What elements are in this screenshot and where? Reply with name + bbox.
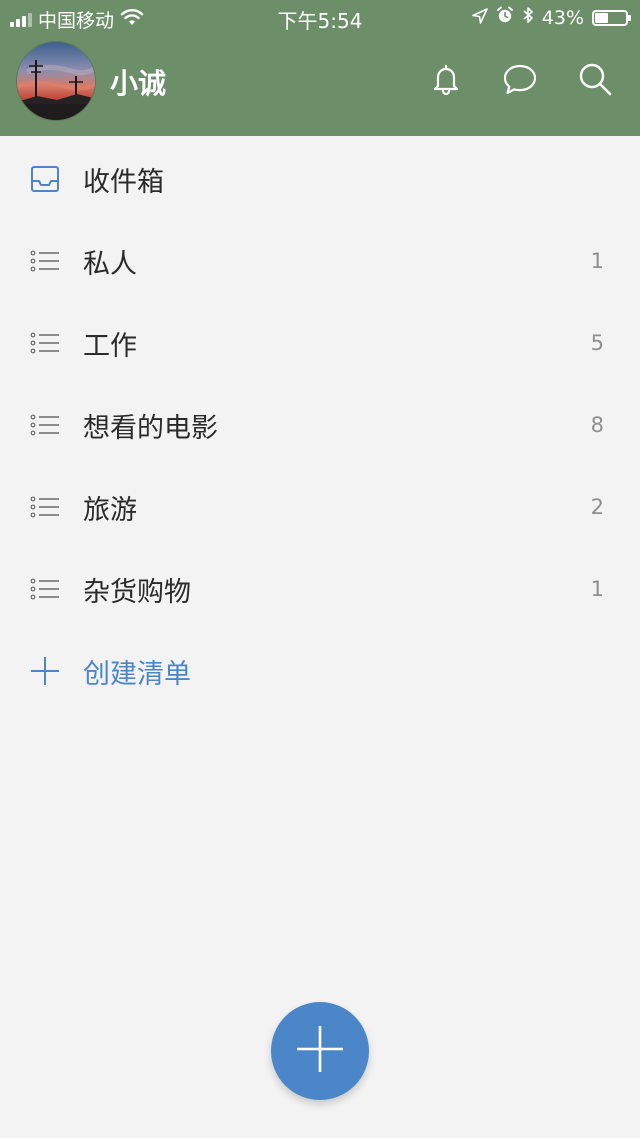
sidebar-item-work[interactable]: 工作 5 [0,302,640,384]
status-bar: 中国移动 下午5:54 43% [0,0,640,36]
sidebar-item-label: 私人 [83,248,137,280]
list-icon [30,328,60,358]
sidebar-item-groceries[interactable]: 杂货购物 1 [0,548,640,630]
item-count: 2 [590,495,604,519]
sidebar-item-label: 工作 [83,330,137,362]
battery-percentage: 43% [541,6,584,29]
add-task-button[interactable] [271,1002,369,1100]
sidebar-item-inbox[interactable]: 收件箱 [0,138,640,220]
list-icon [30,574,60,604]
item-count: 5 [590,331,604,355]
sidebar-item-private[interactable]: 私人 1 [0,220,640,302]
battery-icon [592,9,631,26]
sidebar-item-label: 杂货购物 [83,576,191,608]
plus-icon [295,1024,345,1078]
search-icon[interactable] [577,60,613,98]
chat-bubble-icon[interactable] [502,60,538,98]
create-list-label: 创建清单 [83,658,191,690]
alarm-icon [496,6,514,29]
plus-icon [30,656,60,686]
app-header: 中国移动 下午5:54 43% 小诚 [0,0,640,136]
bell-icon[interactable] [428,60,464,98]
list-icon [30,410,60,440]
location-arrow-icon [471,7,488,29]
sidebar-item-label: 收件箱 [83,166,164,198]
item-count: 8 [590,413,604,437]
inbox-icon [30,164,60,194]
sidebar-item-travel[interactable]: 旅游 2 [0,466,640,548]
avatar[interactable] [16,41,96,121]
bluetooth-icon [522,6,534,29]
sidebar-lists: 收件箱 私人 1 工作 5 想看的电影 8 旅游 2 杂货购物 1 创建清单 [0,138,640,712]
create-list-button[interactable]: 创建清单 [0,630,640,712]
username: 小诚 [110,67,167,100]
sidebar-item-label: 旅游 [83,494,137,526]
list-icon [30,492,60,522]
battery-level-fill [595,12,608,23]
item-count: 1 [590,577,604,601]
status-bar-right: 43% [471,6,631,29]
list-icon [30,246,60,276]
sidebar-item-label: 想看的电影 [83,412,218,444]
sidebar-item-movies[interactable]: 想看的电影 8 [0,384,640,466]
item-count: 1 [590,249,604,273]
